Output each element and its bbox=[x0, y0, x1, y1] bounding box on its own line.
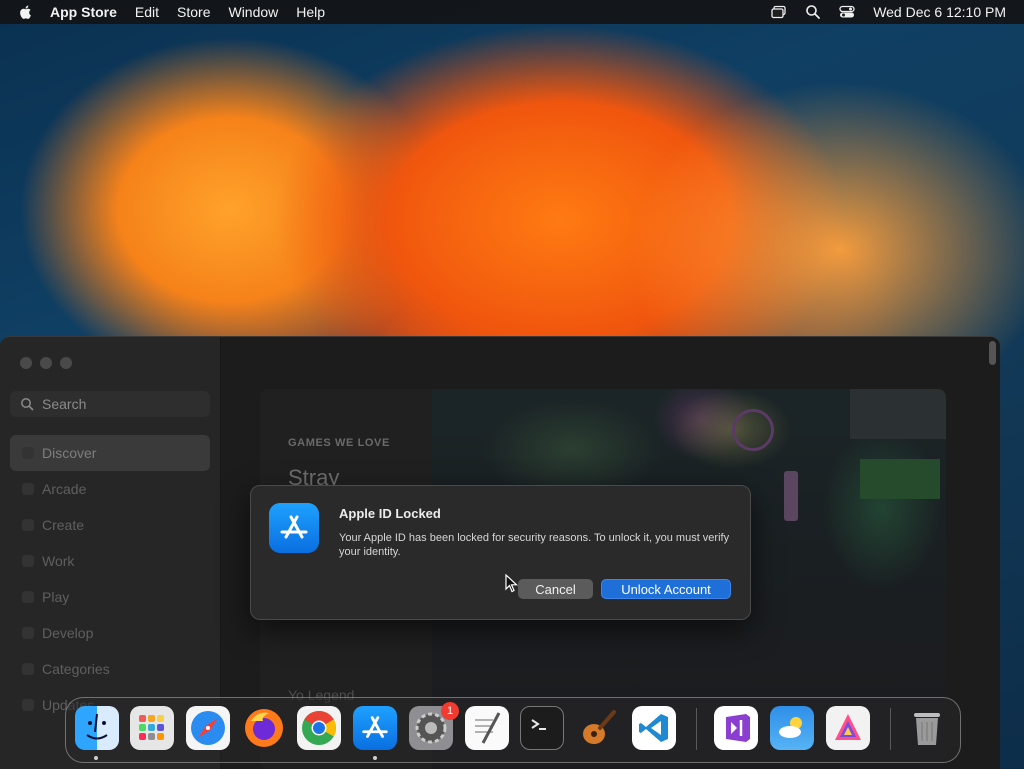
sidebar-item-develop[interactable]: Develop bbox=[10, 615, 210, 651]
sidebar-item-categories[interactable]: Categories bbox=[10, 651, 210, 687]
content-scrollbar[interactable] bbox=[989, 341, 996, 365]
notification-badge: 1 bbox=[441, 702, 459, 720]
artwork-neon-tube bbox=[784, 471, 798, 521]
create-icon bbox=[22, 519, 34, 531]
work-icon bbox=[22, 555, 34, 567]
menu-help[interactable]: Help bbox=[296, 4, 325, 20]
chrome-icon[interactable] bbox=[297, 706, 341, 750]
visual-studio-icon[interactable] bbox=[714, 706, 758, 750]
menu-window[interactable]: Window bbox=[228, 4, 278, 20]
terminal-icon[interactable] bbox=[520, 706, 564, 750]
control-center-icon[interactable] bbox=[839, 4, 855, 20]
running-indicator bbox=[373, 756, 377, 760]
minimize-window-button[interactable] bbox=[40, 357, 52, 369]
spotlight-search-icon[interactable] bbox=[805, 4, 821, 20]
sidebar-item-work[interactable]: Work bbox=[10, 543, 210, 579]
safari-icon[interactable] bbox=[186, 706, 230, 750]
dialog-title: Apple ID Locked bbox=[339, 506, 441, 521]
play-icon bbox=[22, 591, 34, 603]
menu-bar-clock[interactable]: Wed Dec 6 12:10 PM bbox=[873, 4, 1006, 20]
textedit-icon[interactable] bbox=[465, 706, 509, 750]
sidebar-nav: Discover Arcade Create Work Play Develop… bbox=[10, 435, 210, 723]
updates-icon bbox=[22, 699, 34, 711]
apple-menu-icon[interactable] bbox=[18, 4, 34, 20]
apple-id-locked-dialog: Apple ID Locked Your Apple ID has been l… bbox=[250, 485, 751, 620]
featured-eyebrow: GAMES WE LOVE bbox=[288, 437, 390, 449]
app-store-icon bbox=[269, 503, 319, 553]
running-indicator bbox=[94, 756, 98, 760]
categories-icon bbox=[22, 663, 34, 675]
sidebar-item-label: Create bbox=[42, 517, 85, 533]
search-icon bbox=[21, 398, 34, 411]
launchpad-icon[interactable] bbox=[130, 706, 174, 750]
menu-store[interactable]: Store bbox=[177, 4, 210, 20]
dock-separator bbox=[696, 708, 697, 750]
mouse-pointer-icon bbox=[505, 574, 519, 593]
artwork-sign bbox=[860, 459, 940, 499]
artwork-sign bbox=[850, 389, 946, 439]
close-window-button[interactable] bbox=[20, 357, 32, 369]
finder-icon[interactable] bbox=[75, 706, 119, 750]
unlock-account-button[interactable]: Unlock Account bbox=[601, 579, 731, 599]
sidebar-item-discover[interactable]: Discover bbox=[10, 435, 210, 471]
dock: 1 bbox=[65, 697, 961, 763]
sidebar-item-label: Develop bbox=[42, 625, 94, 641]
garageband-icon[interactable] bbox=[576, 706, 620, 750]
discover-icon bbox=[22, 447, 34, 459]
sidebar-item-label: Arcade bbox=[42, 481, 87, 497]
app-store-icon[interactable] bbox=[353, 706, 397, 750]
weather-icon[interactable] bbox=[770, 706, 814, 750]
sidebar-item-arcade[interactable]: Arcade bbox=[10, 471, 210, 507]
sidebar-item-play[interactable]: Play bbox=[10, 579, 210, 615]
dock-separator bbox=[890, 708, 891, 750]
zoom-window-button[interactable] bbox=[60, 357, 72, 369]
sidebar-item-label: Categories bbox=[42, 661, 110, 677]
vscode-icon[interactable] bbox=[632, 706, 676, 750]
develop-icon bbox=[22, 627, 34, 639]
sidebar-item-label: Work bbox=[42, 553, 75, 569]
firefox-icon[interactable] bbox=[242, 706, 286, 750]
trash-icon[interactable] bbox=[905, 706, 949, 750]
dialog-message: Your Apple ID has been locked for securi… bbox=[339, 532, 730, 558]
menu-app-name[interactable]: App Store bbox=[50, 4, 117, 20]
menu-edit[interactable]: Edit bbox=[135, 4, 159, 20]
arcade-icon bbox=[22, 483, 34, 495]
artwork-neon-ring bbox=[732, 409, 774, 451]
sidebar-item-create[interactable]: Create bbox=[10, 507, 210, 543]
sidebar-item-label: Discover bbox=[42, 445, 97, 461]
affinity-icon[interactable] bbox=[826, 706, 870, 750]
sidebar-item-label: Play bbox=[42, 589, 70, 605]
cancel-button[interactable]: Cancel bbox=[518, 579, 593, 599]
window-controls bbox=[20, 357, 80, 369]
search-placeholder: Search bbox=[42, 396, 87, 412]
screen-mirroring-icon[interactable] bbox=[771, 4, 787, 20]
search-field[interactable]: Search bbox=[10, 391, 210, 417]
system-settings-icon[interactable]: 1 bbox=[409, 702, 459, 750]
menu-bar: App Store Edit Store Window Help Wed Dec… bbox=[0, 0, 1024, 24]
